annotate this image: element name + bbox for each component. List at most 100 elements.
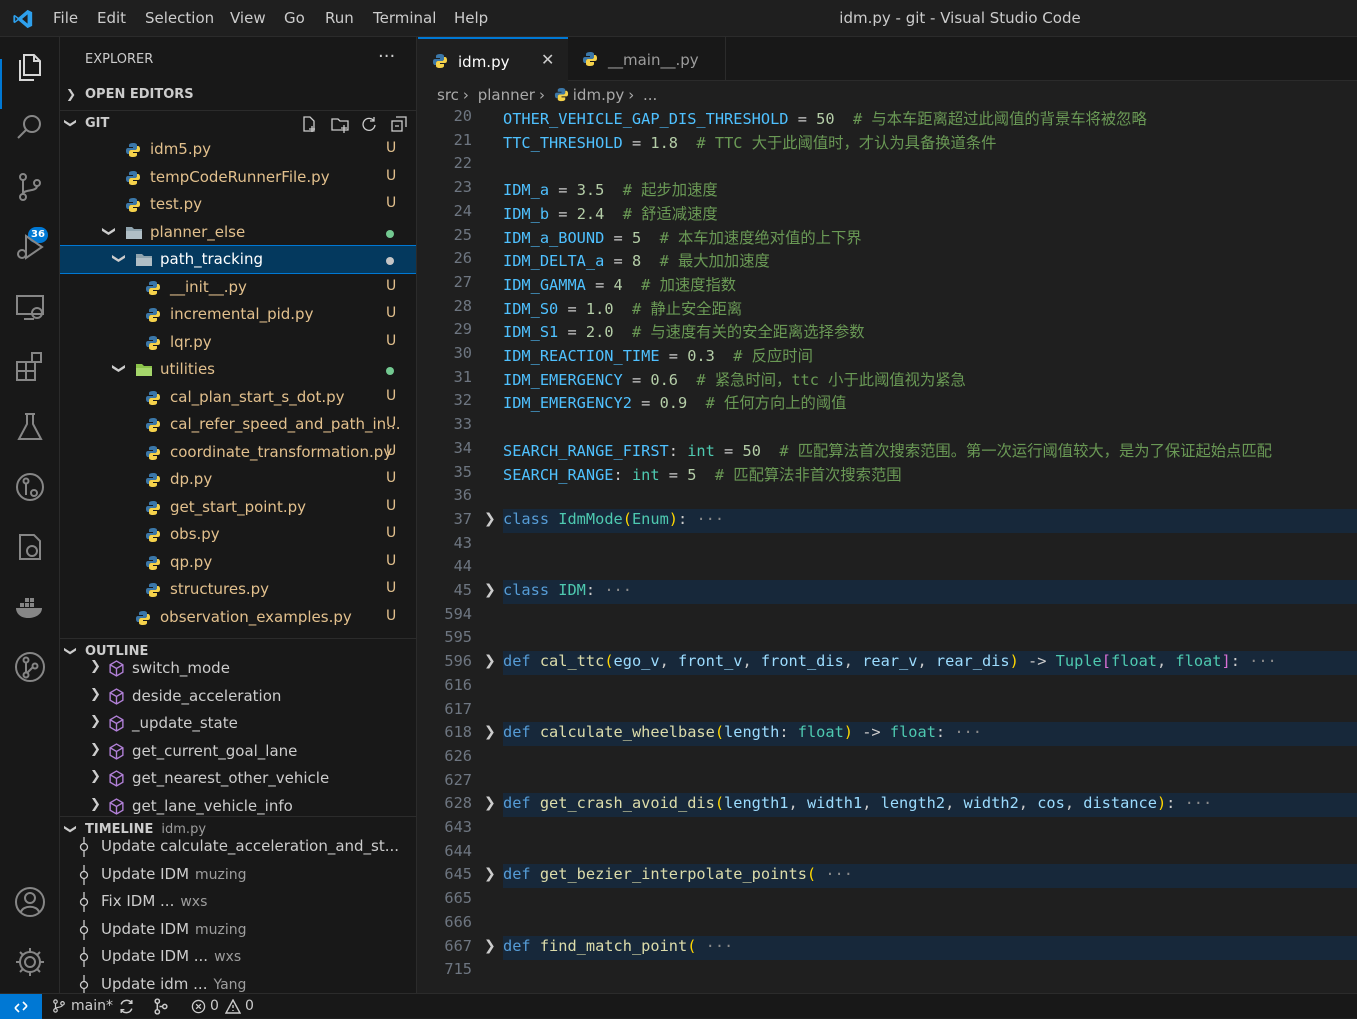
menu-help[interactable]: Help	[454, 9, 488, 27]
code-line[interactable]: class IDM: ···	[503, 581, 632, 599]
search-icon[interactable]	[12, 109, 48, 145]
code-line[interactable]: IDM_REACTION_TIME = 0.3 # 反应时间	[503, 344, 813, 366]
file-item[interactable]: incremental_pid.py U	[60, 301, 416, 328]
account-icon[interactable]	[12, 884, 48, 920]
code-line[interactable]: TTC_THRESHOLD = 1.8 # TTC 大于此阈值时，才认为具备换道…	[503, 131, 996, 153]
run-debug-icon[interactable]	[12, 229, 48, 265]
file-item[interactable]: cal_plan_start_s_dot.py U	[60, 384, 416, 411]
open-editors-section[interactable]: ❯ OPEN EDITORS	[60, 82, 416, 108]
outline-item[interactable]: ❯ get_current_goal_lane	[60, 738, 416, 765]
tab-main-py[interactable]: __main__.py	[568, 37, 726, 81]
git-graph-status-icon[interactable]	[152, 998, 169, 1015]
code-line[interactable]: IDM_S1 = 2.0 # 与速度有关的安全距离选择参数	[503, 320, 865, 342]
sync-icon[interactable]	[118, 998, 135, 1015]
git-graph-icon[interactable]	[12, 529, 48, 565]
remote-explorer-icon[interactable]	[12, 289, 48, 325]
file-item[interactable]: lqr.py U	[60, 329, 416, 356]
code-line[interactable]: SEARCH_RANGE_FIRST: int = 50 # 匹配算法首次搜索范…	[503, 439, 1272, 461]
branch-name-button[interactable]: main*	[71, 998, 113, 1014]
outline-item[interactable]: ❯ get_nearest_other_vehicle	[60, 765, 416, 792]
code-line[interactable]: IDM_a_BOUND = 5 # 本车加速度绝对值的上下界	[503, 226, 862, 248]
extensions-icon[interactable]	[12, 349, 48, 385]
breadcrumb-symbol[interactable]: ...	[643, 86, 657, 104]
fold-chevron-icon[interactable]: ❯	[484, 582, 496, 598]
file-item[interactable]: cal_refer_speed_and_path_in... U	[60, 411, 416, 438]
timeline-item[interactable]: Update IDM ... wxs	[60, 943, 416, 970]
outline-item[interactable]: ❯ _update_state	[60, 710, 416, 737]
git-folder-section[interactable]: ❯ GIT	[60, 110, 416, 136]
outline-item[interactable]: ❯ switch_mode	[60, 655, 416, 682]
code-line[interactable]: def find_match_point( ···	[503, 937, 733, 955]
file-item[interactable]: __init__.py U	[60, 274, 416, 301]
breadcrumb-src[interactable]: src	[437, 86, 459, 104]
file-item[interactable]: observation_examples.py U	[60, 604, 416, 631]
breadcrumb-file[interactable]: idm.py	[573, 86, 624, 104]
breadcrumb-planner[interactable]: planner	[478, 86, 535, 104]
new-file-icon[interactable]	[300, 115, 318, 133]
fold-chevron-icon[interactable]: ❯	[484, 724, 496, 740]
fold-chevron-icon[interactable]: ❯	[484, 653, 496, 669]
code-line[interactable]: def get_bezier_interpolate_points( ···	[503, 865, 853, 883]
code-line[interactable]: IDM_GAMMA = 4 # 加速度指数	[503, 273, 736, 295]
code-line[interactable]: IDM_S0 = 1.0 # 静止安全距离	[503, 297, 742, 319]
new-folder-icon[interactable]	[330, 115, 350, 133]
gitlens-icon[interactable]	[12, 469, 48, 505]
tab-idm-py[interactable]: idm.py ✕	[418, 37, 568, 81]
timeline-item[interactable]: Update IDM muzing	[60, 916, 416, 943]
fold-chevron-icon[interactable]: ❯	[484, 938, 496, 954]
explorer-icon[interactable]	[12, 49, 48, 85]
outline-item[interactable]: ❯ deside_acceleration	[60, 683, 416, 710]
code-line[interactable]: IDM_b = 2.4 # 舒适减速度	[503, 202, 718, 224]
folder-item[interactable]: ❯ path_tracking	[60, 245, 416, 274]
error-icon[interactable]	[191, 999, 206, 1014]
timeline-item[interactable]: Update idm ... Yang	[60, 971, 416, 993]
file-item[interactable]: structures.py U	[60, 576, 416, 603]
timeline-item[interactable]: Fix IDM ... wxs	[60, 888, 416, 915]
error-count[interactable]: 0	[210, 998, 219, 1014]
file-item[interactable]: tempCodeRunnerFile.py U	[60, 164, 416, 191]
source-control-icon[interactable]	[12, 169, 48, 205]
file-item[interactable]: dp.py U	[60, 466, 416, 493]
collapse-all-icon[interactable]	[390, 115, 408, 133]
menu-view[interactable]: View	[230, 9, 266, 27]
testing-icon[interactable]	[12, 409, 48, 445]
code-line[interactable]: SEARCH_RANGE: int = 5 # 匹配算法非首次搜索范围	[503, 463, 902, 485]
code-line[interactable]: def get_crash_avoid_dis(length1, width1,…	[503, 794, 1212, 812]
docker-icon[interactable]	[12, 589, 48, 625]
menu-selection[interactable]: Selection	[145, 9, 214, 27]
file-item[interactable]: test.py U	[60, 191, 416, 218]
menu-file[interactable]: File	[53, 9, 78, 27]
menu-run[interactable]: Run	[325, 9, 354, 27]
code-editor[interactable]: 20 OTHER_VEHICLE_GAP_DIS_THRESHOLD = 50 #…	[418, 105, 1357, 993]
code-line[interactable]: OTHER_VEHICLE_GAP_DIS_THRESHOLD = 50 # 与…	[503, 107, 1147, 129]
timeline-item[interactable]: Update IDM muzing	[60, 861, 416, 888]
code-line[interactable]: IDM_a = 3.5 # 起步加速度	[503, 178, 718, 200]
folder-item[interactable]: ❯ planner_else	[60, 219, 416, 246]
warning-count[interactable]: 0	[245, 998, 254, 1014]
refresh-icon[interactable]	[360, 115, 378, 133]
code-line[interactable]: IDM_EMERGENCY = 0.6 # 紧急时间，ttc 小于此阈值视为紧急	[503, 368, 966, 390]
code-line[interactable]: IDM_EMERGENCY2 = 0.9 # 任何方向上的阈值	[503, 391, 846, 413]
menu-go[interactable]: Go	[284, 9, 305, 27]
remote-indicator-button[interactable]	[0, 994, 42, 1019]
code-line[interactable]: class IdmMode(Enum): ···	[503, 510, 724, 528]
fold-chevron-icon[interactable]: ❯	[484, 795, 496, 811]
menu-edit[interactable]: Edit	[97, 9, 126, 27]
file-item[interactable]: obs.py U	[60, 521, 416, 548]
folder-item[interactable]: ❯ utilities	[60, 356, 416, 383]
file-item[interactable]: qp.py U	[60, 549, 416, 576]
menu-terminal[interactable]: Terminal	[373, 9, 436, 27]
settings-gear-icon[interactable]	[12, 944, 48, 980]
code-line[interactable]: def cal_ttc(ego_v, front_v, front_dis, r…	[503, 652, 1277, 670]
code-line[interactable]: IDM_DELTA_a = 8 # 最大加加速度	[503, 249, 770, 271]
file-item[interactable]: idm5.py U	[60, 136, 416, 163]
fold-chevron-icon[interactable]: ❯	[484, 866, 496, 882]
timeline-item[interactable]: Update calculate_acceleration_and_st...	[60, 833, 416, 860]
warning-icon[interactable]	[225, 999, 241, 1014]
file-item[interactable]: get_start_point.py U	[60, 494, 416, 521]
close-icon[interactable]: ✕	[541, 50, 554, 69]
more-actions-button[interactable]: ···	[378, 46, 395, 67]
git-branch-icon[interactable]	[12, 649, 48, 685]
file-item[interactable]: coordinate_transformation.py U	[60, 439, 416, 466]
fold-chevron-icon[interactable]: ❯	[484, 511, 496, 527]
